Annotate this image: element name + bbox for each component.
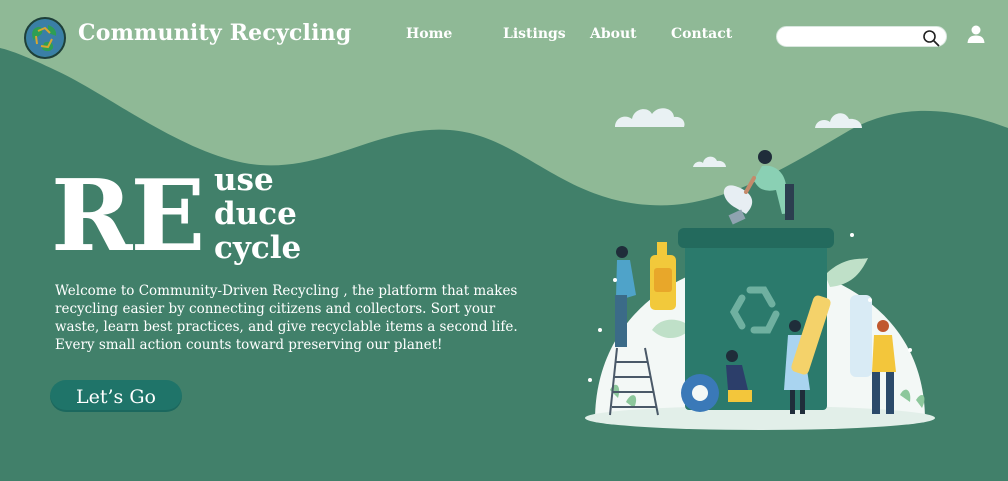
search-input[interactable] bbox=[787, 29, 919, 47]
hero-word-cycle: cycle bbox=[214, 230, 302, 266]
search-icon[interactable] bbox=[922, 29, 940, 47]
brand-name[interactable]: Community Recycling bbox=[78, 20, 351, 46]
search-box bbox=[776, 26, 947, 47]
nav-listings[interactable]: Listings bbox=[503, 26, 566, 42]
nav-home[interactable]: Home bbox=[406, 26, 452, 42]
recycling-illustration bbox=[585, 108, 935, 430]
cloud-icon bbox=[615, 108, 862, 167]
hero-description: Welcome to Community-Driven Recycling , … bbox=[55, 283, 518, 353]
nav-contact[interactable]: Contact bbox=[671, 26, 732, 42]
nav-about[interactable]: About bbox=[590, 26, 637, 42]
lets-go-button[interactable]: Let’s Go bbox=[50, 380, 182, 412]
gear-icon bbox=[681, 374, 719, 412]
logo-globe-icon[interactable] bbox=[24, 17, 66, 59]
hero-word-duce: duce bbox=[214, 196, 297, 232]
hero-word-stack: use duce cycle bbox=[214, 163, 301, 265]
hero-re-heading: RE bbox=[51, 159, 205, 274]
user-icon[interactable] bbox=[966, 24, 986, 44]
hero-word-use: use bbox=[214, 162, 274, 198]
